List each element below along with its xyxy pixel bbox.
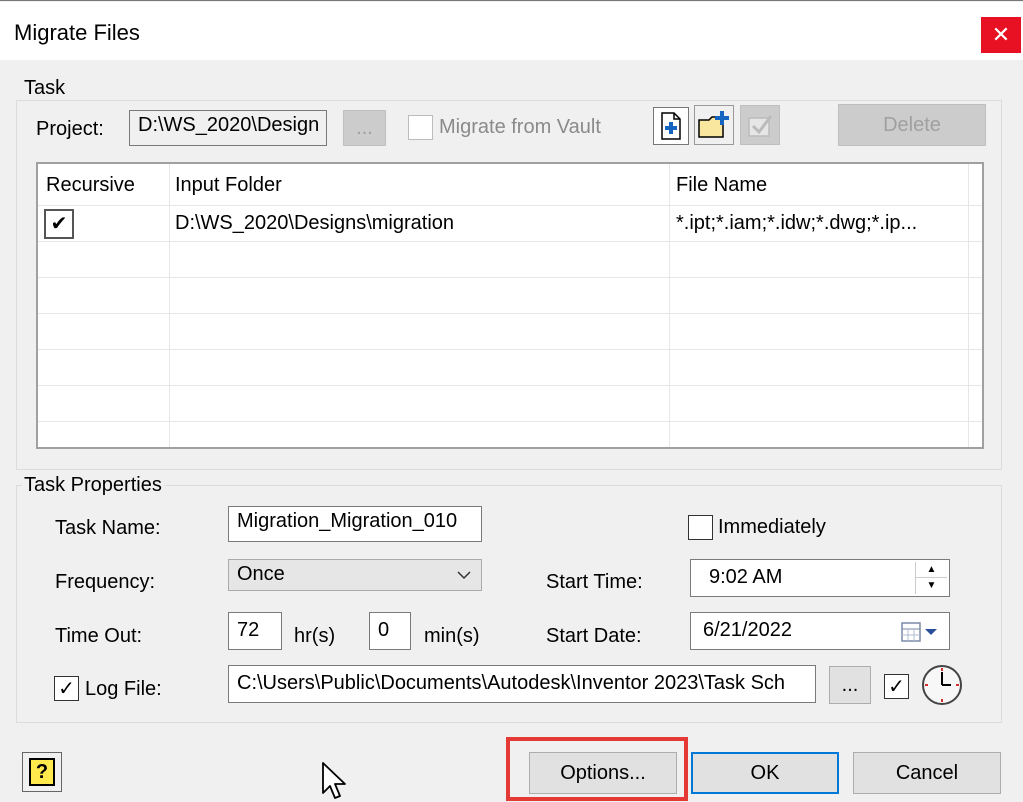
task-name-label: Task Name:	[55, 517, 161, 539]
start-date-value: 6/21/2022	[703, 619, 792, 641]
timeout-label: Time Out:	[55, 625, 143, 647]
spin-down-icon[interactable]: ▼	[916, 577, 947, 592]
input-folder-cell: D:\WS_2020\Designs\migration	[175, 212, 455, 234]
project-field[interactable]: D:\WS_2020\Design	[129, 110, 327, 146]
project-label: Project:	[36, 118, 104, 140]
help-icon: ?	[29, 758, 55, 786]
title-bar: Migrate Files ✕	[0, 2, 1023, 60]
minutes-unit-label: min(s)	[424, 625, 480, 647]
add-file-button[interactable]	[653, 107, 689, 145]
edit-task-icon	[748, 115, 773, 137]
frequency-select[interactable]: Once	[228, 559, 482, 591]
recursive-checkbox[interactable]: ✔	[44, 209, 74, 239]
add-folder-button[interactable]	[694, 105, 734, 145]
help-button[interactable]: ?	[22, 752, 62, 792]
cancel-button[interactable]: Cancel	[853, 752, 1001, 794]
delete-button[interactable]: Delete	[838, 104, 986, 146]
start-time-value: 9:02 AM	[709, 566, 783, 588]
log-file-label: Log File:	[85, 678, 162, 700]
start-date-input[interactable]: 6/21/2022	[690, 612, 950, 650]
options-highlight-box	[506, 737, 688, 801]
task-properties-label: Task Properties	[22, 474, 164, 497]
column-header-file-name[interactable]: File Name	[676, 174, 767, 197]
start-date-label: Start Date:	[546, 625, 642, 647]
project-browse-button[interactable]: ...	[343, 110, 386, 146]
immediately-label: Immediately	[718, 516, 826, 538]
edit-task-button[interactable]	[740, 105, 780, 145]
spin-up-icon[interactable]: ▲	[916, 562, 947, 577]
log-file-browse-button[interactable]: ...	[829, 666, 871, 704]
migrate-vault-label: Migrate from Vault	[439, 116, 601, 138]
mouse-cursor-icon	[322, 762, 346, 799]
time-spinner[interactable]: ▲ ▼	[915, 562, 947, 594]
immediately-checkbox[interactable]	[688, 515, 713, 540]
column-header-input-folder[interactable]: Input Folder	[175, 174, 282, 197]
calendar-dropdown-icon[interactable]	[901, 621, 943, 643]
task-name-input[interactable]: Migration_Migration_010	[228, 506, 482, 542]
log-file-input[interactable]: C:\Users\Public\Documents\Autodesk\Inven…	[228, 665, 816, 703]
file-name-cell: *.ipt;*.iam;*.idw;*.dwg;*.ip...	[676, 212, 918, 234]
timeout-minutes-input[interactable]: 0	[369, 612, 411, 650]
log-file-enable-checkbox[interactable]: ✓	[884, 674, 909, 699]
window-title: Migrate Files	[14, 20, 140, 45]
start-time-input[interactable]: 9:02 AM ▲ ▼	[690, 559, 950, 597]
column-header-recursive[interactable]: Recursive	[46, 174, 135, 197]
frequency-value: Once	[237, 563, 285, 585]
close-button[interactable]: ✕	[981, 17, 1021, 53]
clock-icon[interactable]	[920, 663, 964, 707]
migrate-vault-checkbox[interactable]	[408, 115, 433, 140]
migrate-files-dialog: Migrate Files ✕ Task Project: D:\WS_2020…	[0, 0, 1023, 802]
hours-unit-label: hr(s)	[294, 625, 336, 647]
task-grid: Recursive Input Folder File Name ✔ D:\WS…	[36, 162, 984, 449]
ok-button[interactable]: OK	[691, 752, 839, 794]
chevron-down-icon	[457, 571, 471, 580]
timeout-hours-input[interactable]: 72	[228, 612, 282, 650]
log-file-checkbox[interactable]: ✓	[54, 676, 79, 701]
add-file-icon	[661, 112, 681, 140]
add-folder-icon	[698, 111, 729, 138]
start-time-label: Start Time:	[546, 571, 643, 593]
frequency-label: Frequency:	[55, 571, 156, 593]
task-group-label: Task	[22, 77, 68, 100]
